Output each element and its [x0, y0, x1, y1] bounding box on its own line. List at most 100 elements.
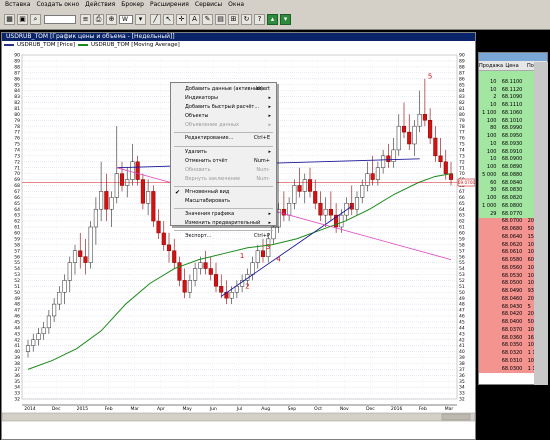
- candle-up: [339, 214, 344, 228]
- cursor-icon[interactable]: ↖: [163, 14, 174, 25]
- context-menu-item[interactable]: Значения графика ▸: [171, 210, 276, 219]
- pen-icon[interactable]: ✎: [202, 14, 213, 25]
- context-menu-item-label: Объекты: [185, 113, 209, 120]
- quote-sell: [479, 242, 498, 250]
- y-tick-label-left: 51: [14, 284, 20, 290]
- context-menu-item[interactable]: Редактирование... Ctrl+E: [171, 134, 276, 143]
- y-tick-label-left: 86: [14, 76, 20, 82]
- y-tick-label-left: 49: [14, 296, 20, 302]
- sell-icon[interactable]: ▾: [280, 14, 291, 25]
- quote-sell: 10: [490, 102, 497, 108]
- quote-price: 68.0880: [501, 171, 523, 178]
- candle-down: [401, 125, 407, 133]
- y-tick-label-left: 33: [14, 391, 20, 397]
- candle-down: [78, 250, 83, 257]
- quote-price: [498, 71, 525, 79]
- quote-sell: 100: [486, 148, 497, 155]
- save-icon[interactable]: ▣: [17, 14, 28, 25]
- print-icon[interactable]: ⎙: [93, 14, 104, 25]
- help-icon[interactable]: ?: [254, 14, 265, 25]
- quote-sell: 80: [490, 125, 497, 132]
- candle-down: [119, 173, 125, 186]
- y-tick-label-right: 65: [459, 201, 465, 207]
- candle-up: [67, 262, 72, 281]
- candle-up: [412, 125, 417, 145]
- menu-item[interactable]: Действия: [82, 0, 118, 10]
- context-menu-item[interactable]: Экспорт... Ctrl+P: [171, 232, 276, 241]
- legend-price[interactable]: USDRUB_TOM [Price]: [4, 41, 75, 49]
- new-chart-icon[interactable]: ▦: [4, 14, 15, 25]
- candle-down: [151, 191, 156, 222]
- candle-down: [172, 250, 177, 263]
- context-menu-item[interactable]: Добавить данные (активный)... Insert: [171, 85, 276, 94]
- quote-price: 68.0910: [501, 148, 523, 155]
- trend-icon[interactable]: ╱: [150, 14, 161, 25]
- context-menu-item[interactable]: Масштабировать: [171, 197, 276, 206]
- crosshair-icon[interactable]: ✛: [176, 14, 187, 25]
- candle-up: [381, 155, 386, 168]
- lock-icon[interactable]: ▤: [215, 14, 226, 25]
- context-menu-item[interactable]: Вернуть заключение Num-: [171, 175, 276, 184]
- context-menu-item[interactable]: Добавить быстрый расчёт... ▸: [171, 103, 276, 112]
- y-tick-label-left: 50: [14, 290, 20, 296]
- menu-item[interactable]: Брокер: [118, 0, 147, 10]
- text-icon[interactable]: A: [189, 14, 200, 25]
- candle-up: [292, 185, 297, 204]
- quotes-scrollbar[interactable]: [534, 62, 548, 385]
- menu-item[interactable]: Окна: [225, 0, 247, 10]
- context-menu-item[interactable]: Обновить Num-: [171, 166, 276, 175]
- dropdown-icon[interactable]: ▾: [135, 14, 146, 25]
- list-icon[interactable]: ≡: [80, 14, 91, 25]
- x-tick-label: Nov: [340, 406, 349, 412]
- chart-scrollbar: [2, 412, 475, 422]
- context-menu-item-label: Объявление данных: [185, 122, 239, 129]
- context-menu-item[interactable]: Отменить отчёт Num+: [171, 157, 276, 166]
- context-menu-item[interactable]: Удалить ▸: [171, 148, 276, 157]
- interval-select[interactable]: W: [119, 15, 133, 24]
- quote-sell: [479, 257, 498, 265]
- menu-item[interactable]: Создать окно: [33, 0, 82, 10]
- context-menu-item[interactable]: Индикаторы ▸: [171, 94, 276, 103]
- quote-price: 68.0620: [501, 241, 523, 248]
- context-menu-item-label: Индикаторы: [185, 95, 218, 102]
- context-menu-item[interactable]: Объявление данных ▸: [171, 121, 276, 130]
- context-menu-item[interactable]: Объекты ▸: [171, 112, 276, 121]
- search-icon[interactable]: ⌕: [30, 14, 41, 25]
- zoom-icon[interactable]: ⊕: [106, 14, 117, 25]
- y-tick-label-left: 80: [14, 112, 20, 118]
- candle-down: [161, 232, 166, 246]
- y-tick-label-right: 61: [459, 225, 465, 231]
- candle-up: [41, 327, 46, 335]
- y-tick-label-right: 42: [459, 337, 465, 343]
- x-tick-label: Mar: [131, 406, 140, 412]
- quote-price: 68.0800: [501, 202, 523, 209]
- refresh-icon[interactable]: ↻: [241, 14, 252, 25]
- grid-icon[interactable]: ⊞: [228, 14, 239, 25]
- x-tick-label: Sep: [288, 406, 297, 412]
- quote-sell: 10: [490, 156, 497, 163]
- y-tick-label-right: 73: [459, 153, 465, 159]
- context-menu-shortcut: Num-: [256, 175, 270, 182]
- y-tick-label-right: 67: [459, 189, 465, 195]
- y-tick-label-right: 78: [459, 124, 465, 130]
- y-tick-label-right: 87: [459, 70, 465, 76]
- menu-item[interactable]: Сервисы: [192, 0, 225, 10]
- quote-price: 68.0950: [501, 133, 523, 139]
- quote-sell: 10: [490, 140, 497, 147]
- y-tick-label-left: 82: [14, 100, 20, 106]
- ticker-input[interactable]: [44, 15, 76, 24]
- context-menu-item[interactable]: Изменить предварительный ▸: [171, 219, 276, 228]
- y-tick-label-right: 63: [459, 213, 465, 219]
- y-tick-label-left: 54: [14, 266, 20, 272]
- y-tick-label-right: 82: [459, 100, 465, 106]
- menu-item[interactable]: Расширения: [147, 0, 192, 10]
- legend-moving-average[interactable]: USDRUB_TOM [Moving Average]: [78, 41, 180, 49]
- quote-sell: 1 100: [482, 109, 497, 116]
- last-price-label: 69.0700: [458, 180, 475, 185]
- buy-icon[interactable]: ▴: [267, 14, 278, 25]
- menu-item[interactable]: Вставка: [2, 0, 33, 10]
- y-tick-label-left: 34: [14, 385, 20, 391]
- x-tick-label: Mar: [445, 406, 454, 412]
- quote-price: 68.0840: [501, 179, 523, 186]
- context-menu-item[interactable]: Мгновенный вид ✔: [171, 188, 276, 197]
